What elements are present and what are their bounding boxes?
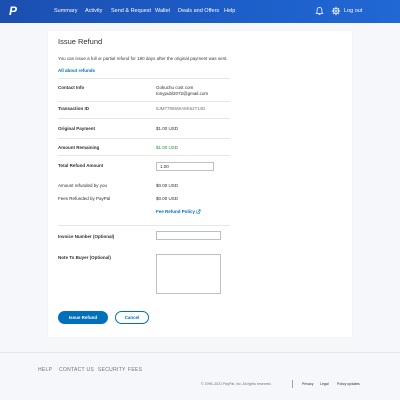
footer-separator [292,380,293,388]
issue-refund-button[interactable]: Issue Refund [58,311,108,324]
refunded-by-you-value: $0.00 USD [156,183,179,188]
nav-deals-offers[interactable]: Deals and Offers [178,7,219,15]
cancel-button[interactable]: Cancel [115,311,149,324]
privacy-link[interactable]: Privacy [302,381,313,387]
logout-link[interactable]: Log out [344,7,362,15]
total-refund-label: Total Refund Amount [58,163,104,168]
footer-fees-link[interactable]: FEES [128,366,142,374]
fees-refunded-value: $0.00 USD [156,196,179,201]
fee-refund-policy-label[interactable]: Fee Refund Policy [156,209,195,214]
legal-link[interactable]: Legal [320,381,329,387]
copyright-text: © 1999–2021 PayPal, Inc. All rights rese… [201,382,272,386]
refund-description: You can issue a full or partial refund f… [58,56,228,61]
invoice-number-input[interactable] [156,231,221,240]
bell-icon[interactable] [315,6,324,16]
total-refund-input[interactable]: 1.00 [156,162,214,171]
transaction-id-value[interactable]: 5JM77956WA8K62714D [156,105,205,112]
divider [58,118,230,119]
footer-help-link[interactable]: HELP [38,366,52,374]
original-payment-label: Original Payment [58,126,96,131]
nav-wallet[interactable]: Wallet [155,7,170,15]
contact-info-label: Contact Info [58,85,85,90]
note-to-buyer-textarea[interactable] [156,254,221,294]
original-payment-value: $1.00 USD [156,126,179,131]
paypal-logo[interactable]: P [7,5,19,18]
divider [58,155,230,156]
top-navigation-bar: P Summary Activity Send & Request Wallet… [0,0,400,23]
invoice-number-label: Invoice Number (Optional) [58,234,115,239]
footer-contact-link[interactable]: CONTACT US [59,366,94,374]
nav-help[interactable]: Help [224,7,235,15]
fee-refund-policy-link[interactable]: Fee Refund Policy [156,208,201,215]
amount-remaining-value: $1.00 USD [156,145,179,150]
note-to-buyer-label: Note To Buyer (Optional) [58,255,111,260]
contact-email: tonypubl2072@gmail.com [156,91,209,96]
gear-icon[interactable] [331,6,341,16]
policy-updates-link[interactable]: Policy updates [337,381,360,387]
fees-refunded-label: Fees Refunded by PayPal [58,196,111,201]
footer-security-link[interactable]: SECURITY [98,366,126,374]
transaction-id-label: Transaction ID [58,106,90,111]
nav-send-request[interactable]: Send & Request [111,7,151,15]
page-title: Issue Refund [58,37,103,46]
divider [58,138,230,139]
divider [58,78,230,79]
external-link-icon [196,209,201,214]
refunded-by-you-label: Amount refunded by you [58,183,108,188]
footer-divider [0,352,400,353]
amount-remaining-label: Amount Remaining [58,145,100,150]
nav-activity[interactable]: Activity [85,7,102,15]
divider [58,225,230,226]
nav-summary[interactable]: Summary [54,7,78,15]
all-about-refunds-link[interactable]: All about refunds [58,67,95,74]
divider [58,101,230,102]
